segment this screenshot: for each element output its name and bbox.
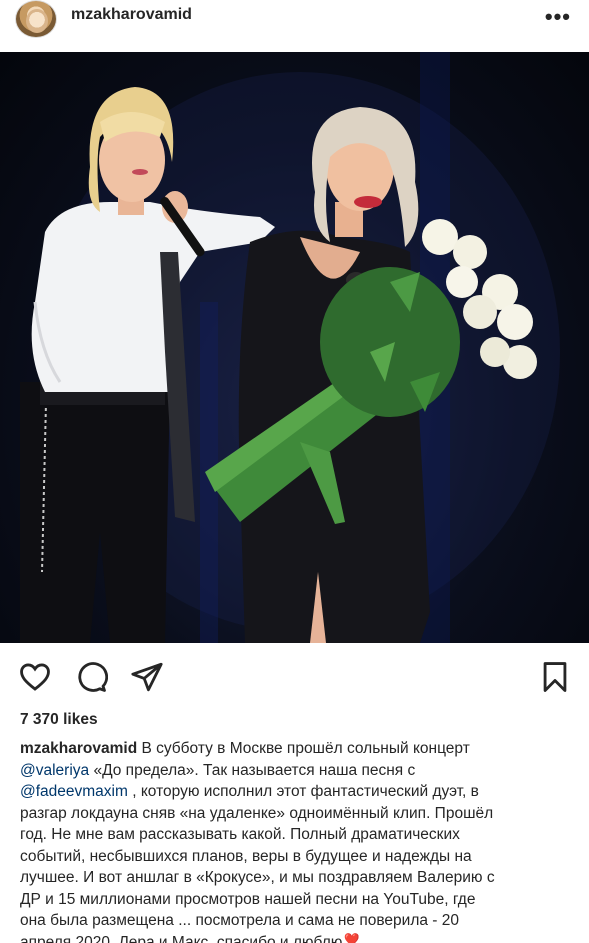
heart-emoji-icon: ❣️: [342, 933, 362, 943]
caption-line-3: @fadeevmaxim , которую исполнил этот фан…: [20, 781, 575, 803]
caption-line-4: разгар локдауна сняв «на удаленке» однои…: [20, 804, 494, 822]
avatar[interactable]: [15, 0, 57, 38]
post-header: mzakharovamid •••: [0, 0, 589, 52]
comment-icon[interactable]: [74, 660, 108, 694]
caption-line-5: год. Не мне вам рассказывать какой. Полн…: [20, 826, 460, 843]
caption-line-7: лучшее. И вот аншлаг в «Крокусе», и мы п…: [20, 869, 495, 886]
caption-username[interactable]: mzakharovamid: [20, 740, 137, 757]
mention-fadeevmaxim[interactable]: @fadeevmaxim: [20, 783, 128, 800]
share-icon[interactable]: [130, 660, 164, 694]
more-icon[interactable]: •••: [545, 4, 571, 30]
likes-count[interactable]: 7 370 likes: [20, 711, 98, 729]
caption-line-8: ДР и 15 миллионами просмотров нашей песн…: [20, 890, 476, 908]
caption-line-6: событий, несбывшихся планов, веры в буду…: [20, 847, 472, 865]
post-caption: mzakharovamid В субботу в Москве прошёл …: [20, 738, 575, 943]
caption-text: «До предела». Так называется наша песня …: [93, 761, 416, 779]
heart-icon[interactable]: [18, 660, 52, 694]
caption-line-10: апреля 2020. Лера и Макс, спасибо и любл…: [20, 932, 575, 943]
caption-text: апреля 2020. Лера и Макс, спасибо и любл…: [20, 933, 343, 943]
caption-line-1: mzakharovamid В субботу в Москве прошёл …: [20, 738, 575, 760]
bookmark-icon[interactable]: [538, 660, 572, 694]
mention-valeriya[interactable]: @valeriya: [20, 762, 89, 779]
concert-photo-illustration: [20, 52, 560, 643]
post-username[interactable]: mzakharovamid: [71, 6, 192, 24]
action-bar: [0, 652, 589, 700]
caption-text: , которую исполнил этот фантастический д…: [132, 783, 479, 800]
caption-line-9: она была размещена ... посмотрела и сама…: [20, 912, 460, 929]
caption-text: В субботу в Москве прошёл сольный концер…: [137, 740, 470, 757]
caption-line-2: @valeriya «До предела». Так называется н…: [20, 760, 575, 782]
post-photo[interactable]: [0, 52, 589, 643]
